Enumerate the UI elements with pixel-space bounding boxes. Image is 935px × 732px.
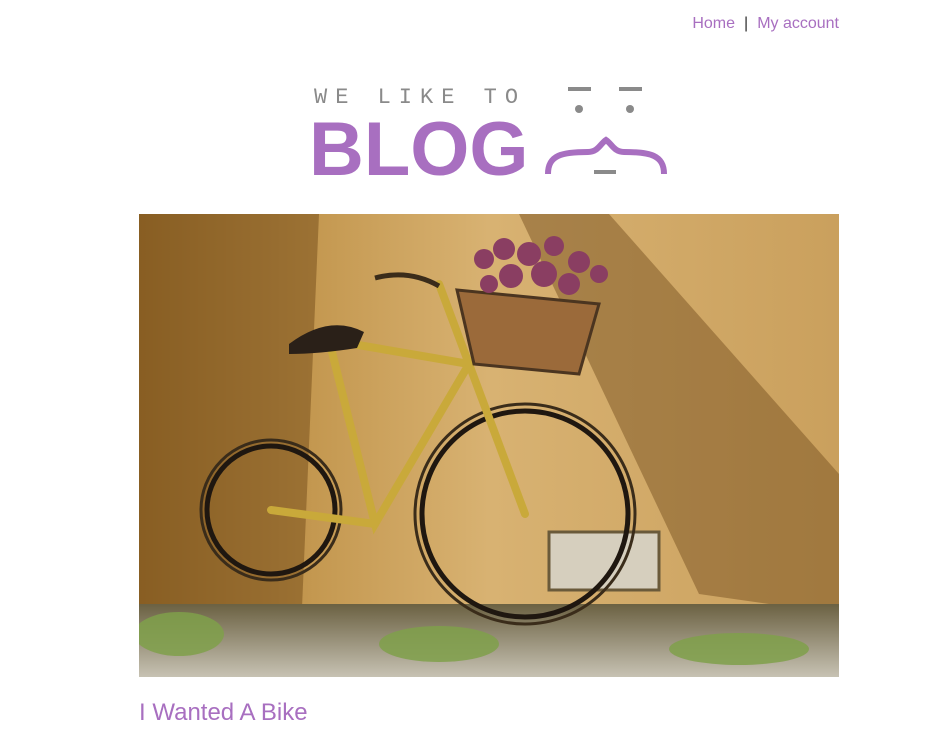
bicycle-photo [139,214,839,677]
blog-logo[interactable]: WE LIKE TO BLOG [312,80,672,185]
nav-separator: | [744,15,749,32]
nav-home-link[interactable]: Home [692,15,735,32]
face-icon [545,87,667,175]
post-title-link[interactable]: I Wanted A Bike [139,699,308,727]
top-nav: Home | My account [692,15,839,33]
logo-wordmark: BLOG [312,107,529,185]
hero-image [139,214,839,677]
nav-my-account-link[interactable]: My account [757,15,839,32]
